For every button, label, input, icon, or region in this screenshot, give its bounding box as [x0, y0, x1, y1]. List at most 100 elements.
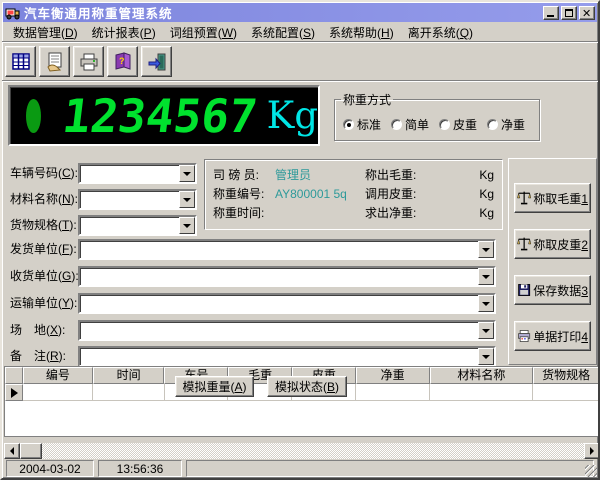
maximize-button[interactable] — [561, 6, 577, 20]
scrollbar-thumb[interactable] — [20, 443, 42, 459]
chevron-down-icon — [482, 248, 490, 256]
vehicle-number-label: 车辆号码(C): — [10, 163, 78, 184]
weigh-gross-button[interactable]: 称取毛重1 — [514, 183, 591, 213]
weighing-info-panel: 司 磅 员: 管理员 称出毛重: Kg 称重编号: AY800001 5q 调用… — [204, 159, 503, 230]
receiver-unit-input[interactable] — [80, 268, 478, 285]
toolbar-report-button[interactable] — [39, 46, 70, 77]
receiver-unit-label: 收货单位(G): — [10, 266, 79, 287]
client-area: 1234567 Kg 称重方式 标准 简单 皮重 — [2, 81, 598, 460]
scale-icon — [517, 234, 531, 254]
simulate-weight-button[interactable]: 模拟重量(A) — [175, 376, 254, 397]
sender-unit-dropdown-button[interactable] — [478, 241, 494, 258]
receiver-unit-combobox[interactable] — [78, 266, 496, 287]
save-data-button[interactable]: 保存数据3 — [514, 275, 591, 305]
goods-spec-input[interactable] — [80, 217, 179, 234]
window-controls: ✕ — [543, 6, 595, 20]
sender-unit-label: 发货单位(F): — [10, 239, 77, 260]
transport-unit-combobox[interactable] — [78, 293, 496, 314]
scroll-right-button[interactable] — [584, 443, 600, 459]
tare-weight-unit: Kg — [474, 187, 494, 201]
close-icon: ✕ — [582, 7, 591, 20]
status-indicator-light — [26, 99, 41, 133]
toolbar-exit-button[interactable] — [141, 46, 172, 77]
menu-item-phrase-preset[interactable]: 词组预置(W) — [163, 22, 244, 43]
chevron-down-icon — [183, 172, 191, 180]
operator-value: 管理员 — [275, 166, 365, 183]
toolbar: ? — [2, 43, 598, 81]
site-dropdown-button[interactable] — [478, 322, 494, 339]
radio-standard[interactable]: 标准 — [343, 116, 381, 133]
toolbar-help-button[interactable]: ? — [107, 46, 138, 77]
site-input[interactable] — [80, 322, 478, 339]
radio-simple[interactable]: 简单 — [391, 116, 429, 133]
weight-unit: Kg — [267, 97, 318, 134]
radio-net-circle[interactable] — [487, 119, 498, 130]
weight-value: 1234567 — [60, 93, 260, 139]
menu-item-system-help[interactable]: 系统帮助(H) — [322, 22, 401, 43]
tare-weight-label: 调用皮重: — [365, 185, 435, 202]
net-weight-unit: Kg — [474, 206, 494, 220]
vehicle-number-dropdown-button[interactable] — [179, 165, 195, 182]
data-table-icon — [10, 51, 32, 73]
material-name-label: 材料名称(N): — [10, 189, 78, 210]
remark-dropdown-button[interactable] — [478, 348, 494, 365]
truck-app-icon — [5, 6, 21, 20]
chevron-down-icon — [183, 224, 191, 232]
action-button-panel: 称取毛重1 称取皮重2 保存数据3 — [508, 158, 597, 365]
col-header-net: 净重 — [356, 367, 430, 384]
resize-grip[interactable] — [585, 465, 597, 477]
chevron-down-icon — [482, 302, 490, 310]
arrow-right-icon — [590, 447, 598, 455]
transport-unit-input[interactable] — [80, 295, 478, 312]
row-selector[interactable] — [5, 384, 23, 401]
material-name-dropdown-button[interactable] — [179, 191, 195, 208]
radio-net[interactable]: 净重 — [487, 116, 525, 133]
printer-icon — [78, 51, 100, 73]
transport-unit-label: 运输单位(Y): — [10, 293, 77, 314]
scroll-left-button[interactable] — [4, 443, 20, 459]
exit-icon — [146, 51, 168, 73]
sender-unit-combobox[interactable] — [78, 239, 496, 260]
titlebar[interactable]: 汽车衡通用称重管理系统 ✕ — [3, 3, 597, 22]
radio-tare-circle[interactable] — [439, 119, 450, 130]
minimize-button[interactable] — [543, 6, 559, 20]
radio-tare[interactable]: 皮重 — [439, 116, 477, 133]
chevron-down-icon — [482, 275, 490, 283]
col-header-id: 编号 — [23, 367, 93, 384]
remark-input[interactable] — [80, 348, 478, 365]
print-receipt-button[interactable]: 单据打印4 — [514, 321, 591, 351]
gross-weight-label: 称出毛重: — [365, 166, 435, 183]
horizontal-scrollbar[interactable] — [4, 443, 600, 459]
goods-spec-dropdown-button[interactable] — [179, 217, 195, 234]
radio-simple-circle[interactable] — [391, 119, 402, 130]
menu-item-system-config[interactable]: 系统配置(S) — [244, 22, 322, 43]
app-window: 汽车衡通用称重管理系统 ✕ 数据管理(D) 统计报表(P) 词组预置(W) 系统… — [0, 0, 600, 480]
menu-item-exit-system[interactable]: 离开系统(Q) — [401, 22, 480, 43]
window-title: 汽车衡通用称重管理系统 — [24, 3, 543, 22]
material-name-combobox[interactable] — [78, 189, 197, 210]
receiver-unit-dropdown-button[interactable] — [478, 268, 494, 285]
status-time: 13:56:36 — [98, 460, 182, 477]
col-header-time: 时间 — [93, 367, 165, 384]
save-icon — [517, 281, 531, 299]
simulate-status-button[interactable]: 模拟状态(B) — [267, 376, 347, 397]
status-date: 2004-03-02 — [6, 460, 94, 477]
material-name-input[interactable] — [80, 191, 179, 208]
close-button[interactable]: ✕ — [579, 6, 595, 20]
sender-unit-input[interactable] — [80, 241, 478, 258]
menu-item-data-management[interactable]: 数据管理(D) — [6, 22, 85, 43]
transport-unit-dropdown-button[interactable] — [478, 295, 494, 312]
records-table-body — [5, 401, 599, 436]
radio-standard-circle[interactable] — [343, 119, 354, 130]
gross-weight-unit: Kg — [474, 168, 494, 182]
site-combobox[interactable] — [78, 320, 496, 341]
toolbar-data-table-button[interactable] — [5, 46, 36, 77]
vehicle-number-input[interactable] — [80, 165, 179, 182]
vehicle-number-combobox[interactable] — [78, 163, 197, 184]
weigh-number-label: 称重编号: — [213, 185, 275, 202]
remark-combobox[interactable] — [78, 346, 496, 367]
weigh-tare-button[interactable]: 称取皮重2 — [514, 229, 591, 259]
goods-spec-combobox[interactable] — [78, 215, 197, 236]
toolbar-print-button[interactable] — [73, 46, 104, 77]
menu-item-statistics-report[interactable]: 统计报表(P) — [85, 22, 163, 43]
